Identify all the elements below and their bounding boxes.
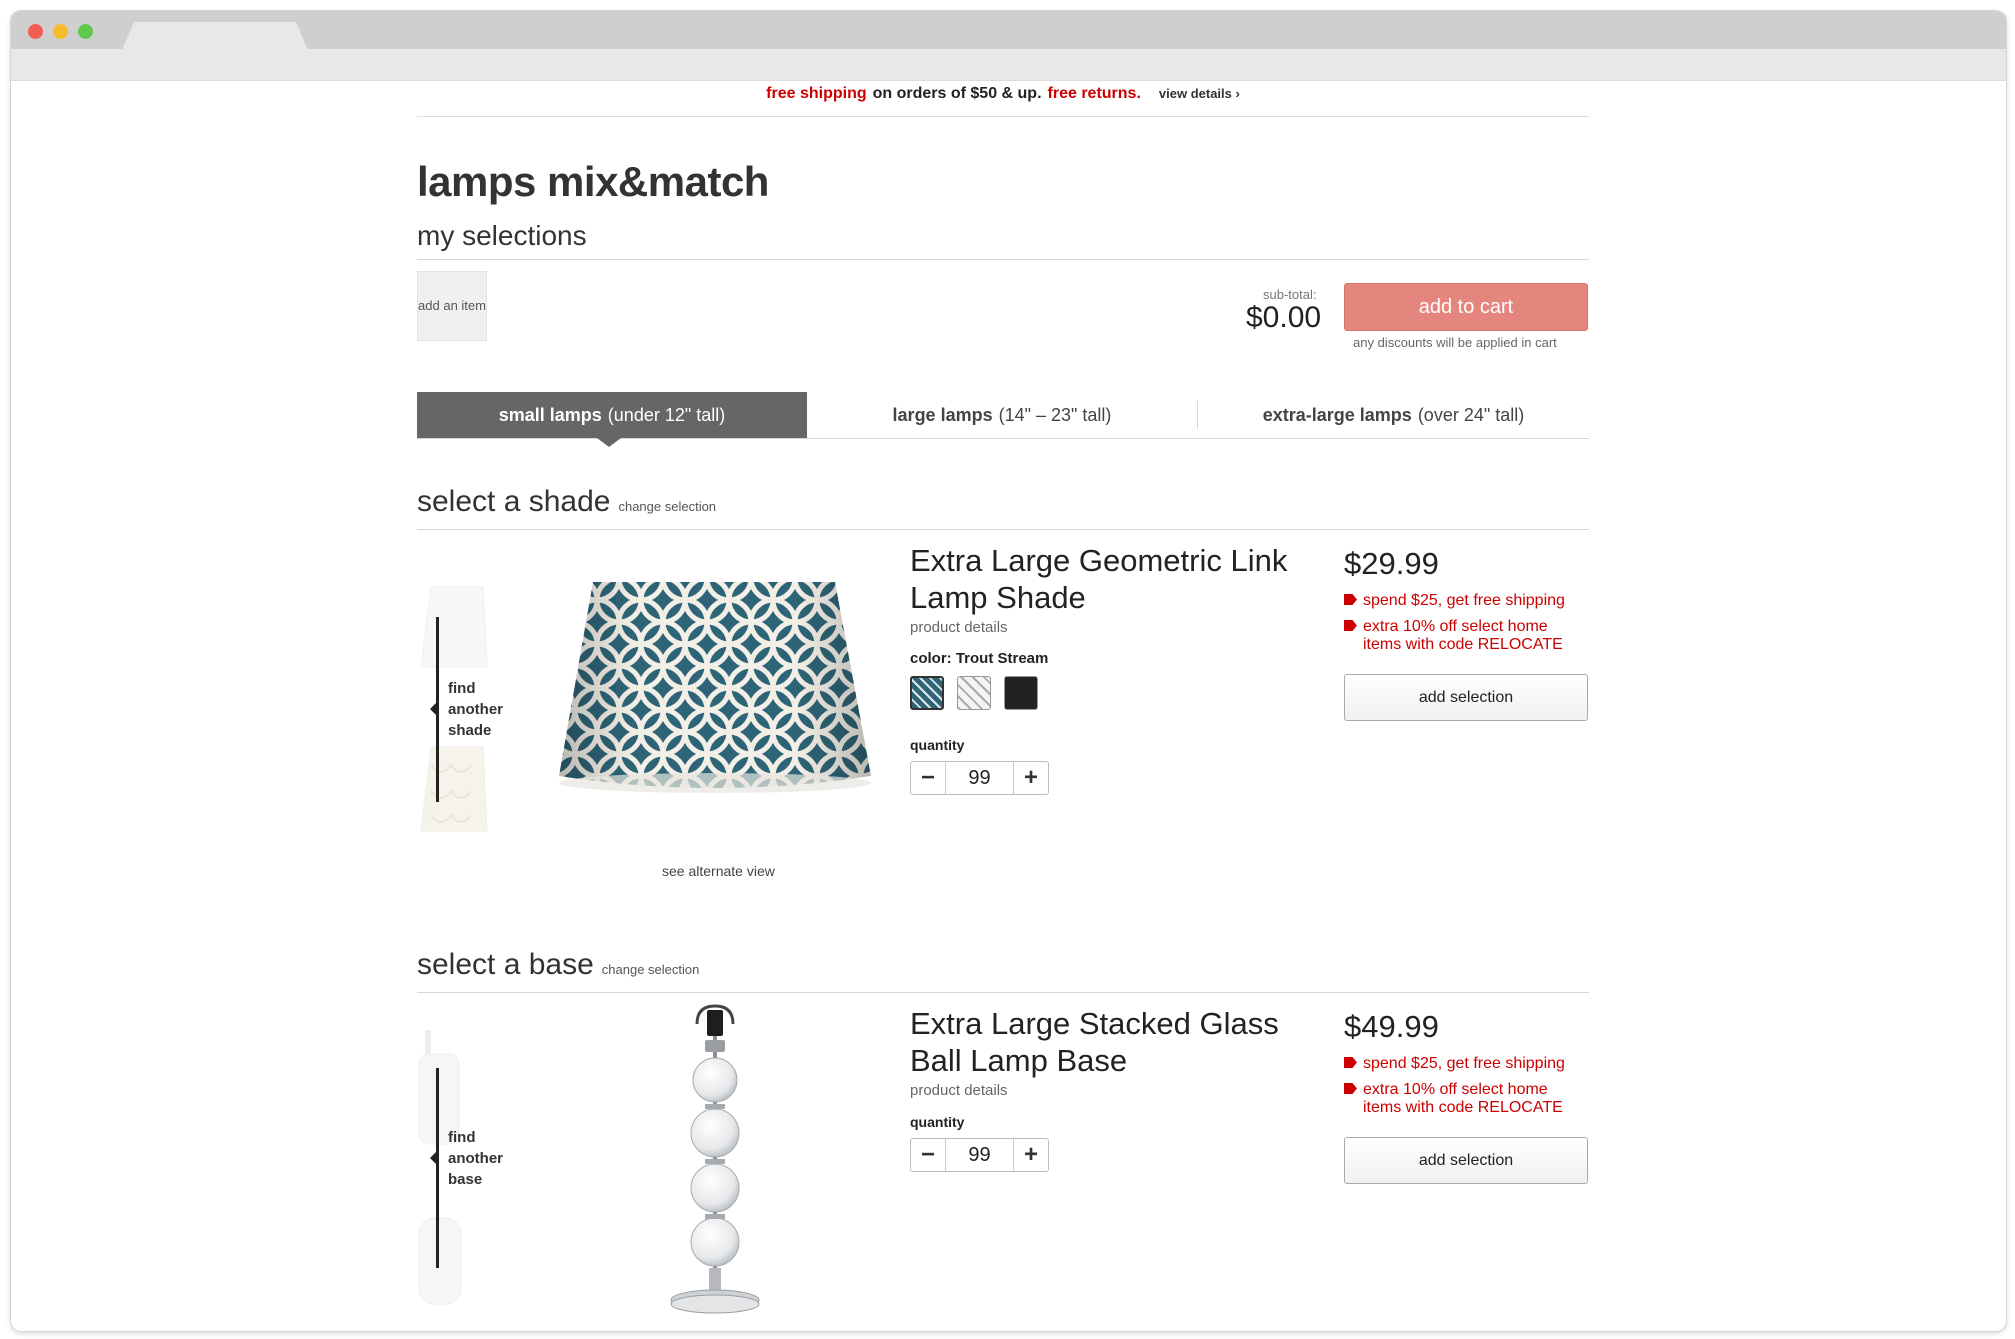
product-name-line: Lamp Shade	[910, 580, 1086, 615]
view-details-link[interactable]: view details ›	[1159, 86, 1240, 101]
product-name-line: Ball Lamp Base	[910, 1043, 1128, 1078]
plus-icon[interactable]: +	[1014, 1139, 1048, 1171]
finder-bar	[436, 1068, 439, 1268]
base-quantity-stepper: − 99 +	[910, 1138, 1049, 1172]
price-tag-icon	[1344, 1083, 1357, 1094]
maximize-window-button[interactable]	[78, 24, 93, 39]
base-add-selection-button[interactable]: add selection	[1344, 1137, 1588, 1184]
base-change-selection-link[interactable]: change selection	[602, 962, 700, 977]
price-tag-icon	[1344, 1057, 1357, 1068]
find-another-shade-label: find another shade	[448, 678, 503, 741]
minus-icon[interactable]: −	[911, 1139, 945, 1171]
shade-price: $29.99	[1344, 546, 1439, 581]
divider	[417, 259, 1589, 260]
finder-text-line: find	[448, 1129, 476, 1146]
finder-text-line: base	[448, 1171, 483, 1188]
add-item-slot[interactable]: add an item	[417, 271, 487, 341]
plus-icon[interactable]: +	[1014, 762, 1048, 794]
shade-add-selection-button[interactable]: add selection	[1344, 674, 1588, 721]
browser-titlebar	[11, 11, 2006, 49]
chevron-left-icon	[430, 1151, 437, 1165]
shade-product-name[interactable]: Extra Large Geometric Link Lamp Shade	[910, 542, 1287, 616]
promo-text: items with code RELOCATE	[1363, 636, 1563, 653]
price-tag-icon	[1344, 620, 1357, 631]
base-promo-free-shipping[interactable]: spend $25, get free shipping	[1344, 1055, 1565, 1073]
alternate-shade-thumbnail-bottom	[420, 746, 488, 832]
tab-extra-large-lamps[interactable]: extra-large lamps (over 24" tall)	[1198, 392, 1589, 438]
minimize-window-button[interactable]	[53, 24, 68, 39]
add-item-label: add an item	[418, 298, 486, 313]
shade-quantity-label: quantity	[910, 737, 965, 753]
swatch-gray[interactable]	[957, 676, 991, 710]
shade-promo-relocate[interactable]: extra 10% off select home items with cod…	[1344, 618, 1563, 654]
promo-text: spend $25, get free shipping	[1363, 1055, 1565, 1072]
browser-tab[interactable]	[122, 22, 308, 50]
tab-large-lamps[interactable]: large lamps (14" – 23" tall)	[807, 392, 1197, 438]
product-name-line: Extra Large Geometric Link	[910, 543, 1288, 578]
finder-text-line: another	[448, 701, 504, 718]
tab-label: large lamps	[892, 404, 993, 425]
promo-free-shipping: free shipping	[766, 84, 867, 102]
swatch-trout-stream[interactable]	[910, 676, 944, 710]
page-title: lamps mix&match	[417, 158, 769, 205]
tab-label: small lamps	[498, 404, 602, 425]
close-window-button[interactable]	[28, 24, 43, 39]
promo-text: items with code RELOCATE	[1363, 1099, 1563, 1116]
price-tag-icon	[1344, 594, 1357, 605]
find-another-base-label: find another base	[448, 1127, 503, 1190]
base-product-details-link[interactable]: product details	[910, 1082, 1008, 1099]
subtotal-value: $0.00	[1246, 301, 1322, 334]
shade-product-details-link[interactable]: product details	[910, 619, 1008, 636]
base-quantity-input[interactable]: 99	[945, 1139, 1014, 1171]
promo-free-returns: free returns.	[1047, 84, 1141, 102]
subtotal-label: sub-total:	[1263, 287, 1317, 302]
find-another-shade[interactable]: find another shade	[417, 585, 507, 835]
base-quantity-label: quantity	[910, 1114, 965, 1130]
shade-promo-free-shipping[interactable]: spend $25, get free shipping	[1344, 592, 1565, 610]
swatch-black[interactable]	[1004, 676, 1038, 710]
base-product-image[interactable]	[667, 1002, 763, 1318]
promo-bar: free shipping on orders of $50 & up. fre…	[417, 70, 1589, 117]
tab-small-lamps[interactable]: small lamps (under 12" tall)	[417, 392, 807, 447]
lamp-size-tabs: small lamps (under 12" tall) large lamps…	[417, 392, 1589, 447]
divider	[417, 992, 1589, 993]
see-alternate-view-link[interactable]: see alternate view	[662, 863, 775, 879]
minus-icon[interactable]: −	[911, 762, 945, 794]
shade-product-image[interactable]	[553, 578, 877, 798]
base-section-title: select a base	[417, 948, 594, 981]
tab-sublabel: (14" – 23" tall)	[998, 404, 1112, 425]
discount-note: any discounts will be applied in cart	[1353, 335, 1557, 350]
promo-text: extra 10% off select home	[1363, 1081, 1548, 1098]
finder-text-line: find	[448, 680, 476, 697]
shade-section-heading: select a shade change selection	[417, 485, 716, 519]
browser-window	[11, 11, 2006, 1331]
chevron-left-icon	[430, 702, 437, 716]
base-section-heading: select a base change selection	[417, 948, 699, 982]
shade-quantity-stepper: − 99 +	[910, 761, 1049, 795]
find-another-base[interactable]: find another base	[417, 1028, 507, 1308]
alternate-shade-thumbnail-top	[420, 586, 488, 668]
base-product-name[interactable]: Extra Large Stacked Glass Ball Lamp Base	[910, 1005, 1279, 1079]
divider	[417, 529, 1589, 530]
shade-quantity-input[interactable]: 99	[945, 762, 1014, 794]
finder-text-line: another	[448, 1150, 504, 1167]
finder-text-line: shade	[448, 722, 492, 739]
promo-text: spend $25, get free shipping	[1363, 592, 1565, 609]
base-price: $49.99	[1344, 1009, 1439, 1044]
my-selections-heading: my selections	[417, 220, 587, 251]
base-promo-relocate[interactable]: extra 10% off select home items with cod…	[1344, 1081, 1563, 1117]
shade-change-selection-link[interactable]: change selection	[618, 499, 716, 514]
tab-sublabel: (over 24" tall)	[1417, 404, 1525, 425]
shade-color-label: color: Trout Stream	[910, 650, 1049, 667]
add-to-cart-button[interactable]: add to cart	[1344, 283, 1588, 331]
promo-threshold: on orders of $50 & up.	[872, 84, 1042, 102]
page-content: free shipping on orders of $50 & up. fre…	[417, 70, 1589, 1314]
tab-sublabel: (under 12" tall)	[607, 404, 726, 425]
product-name-line: Extra Large Stacked Glass	[910, 1006, 1279, 1041]
promo-text: extra 10% off select home	[1363, 618, 1548, 635]
tab-label: extra-large lamps	[1262, 404, 1412, 425]
shade-section-title: select a shade	[417, 485, 611, 518]
